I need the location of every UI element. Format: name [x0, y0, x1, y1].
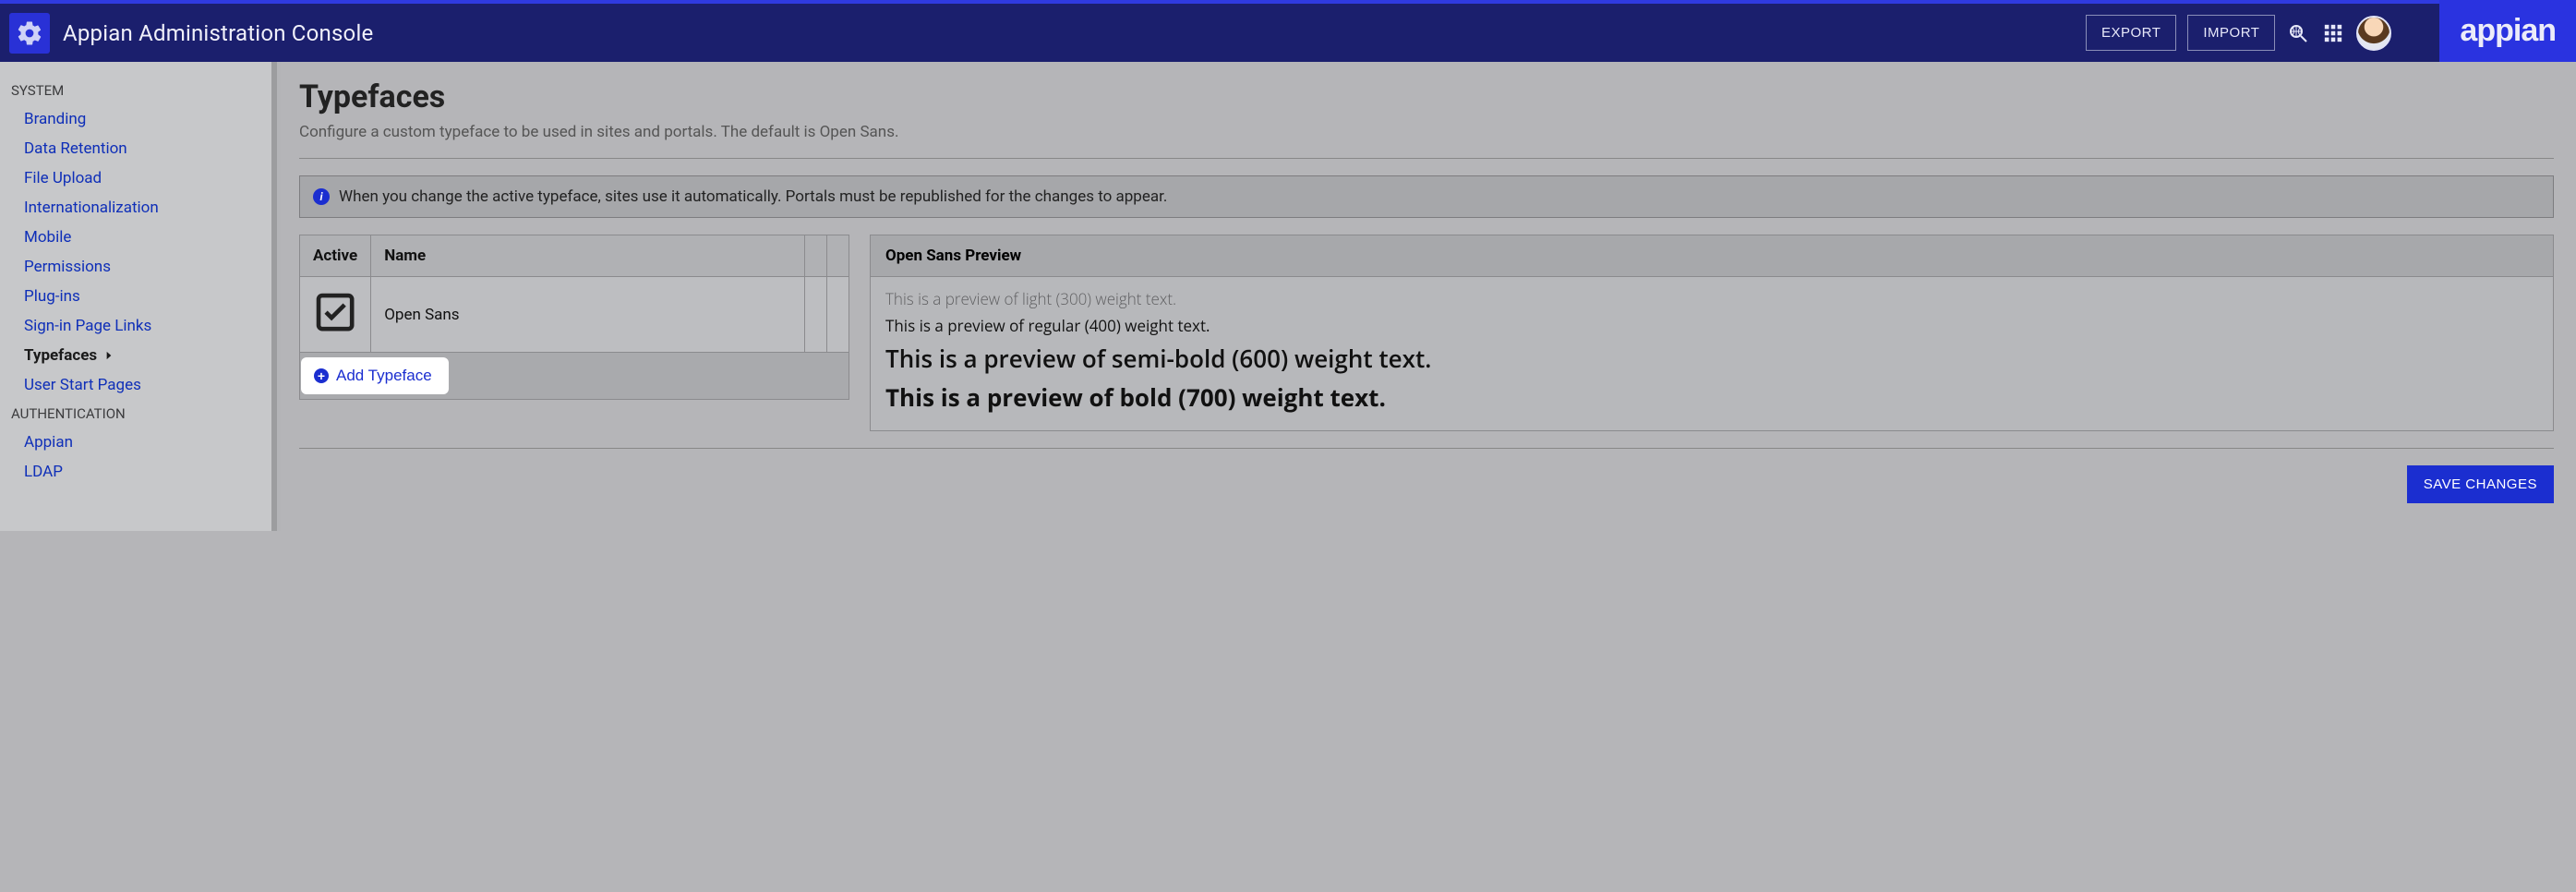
- main-content: Typefaces Configure a custom typeface to…: [277, 62, 2576, 531]
- checkbox-checked-icon: [313, 320, 357, 339]
- header-right: EXPORT IMPORT appian: [2086, 4, 2558, 62]
- info-text: When you change the active typeface, sit…: [339, 187, 1167, 206]
- sidebar-item-typefaces[interactable]: Typefaces: [0, 341, 271, 370]
- col-actions-1: [805, 235, 827, 277]
- sidebar-item-signin-links[interactable]: Sign-in Page Links: [0, 311, 271, 341]
- preview-title: Open Sans Preview: [871, 235, 2553, 277]
- info-banner: i When you change the active typeface, s…: [299, 175, 2554, 218]
- active-cell[interactable]: [300, 277, 371, 353]
- sidebar-item-user-start-pages[interactable]: User Start Pages: [0, 370, 271, 400]
- sidebar-item-ldap[interactable]: LDAP: [0, 457, 271, 487]
- nav-section-system: SYSTEM: [0, 77, 271, 104]
- divider-bottom: [299, 448, 2554, 449]
- page-title: Typefaces: [299, 78, 2554, 115]
- sidebar-item-internationalization[interactable]: Internationalization: [0, 193, 271, 223]
- col-name: Name: [371, 235, 805, 277]
- preview-700: This is a preview of bold (700) weight t…: [885, 380, 2538, 414]
- preview-300: This is a preview of light (300) weight …: [885, 288, 2538, 309]
- sidebar: SYSTEM Branding Data Retention File Uplo…: [0, 62, 277, 531]
- plus-icon: +: [314, 368, 329, 383]
- sidebar-item-permissions[interactable]: Permissions: [0, 252, 271, 282]
- preview-600: This is a preview of semi-bold (600) wei…: [885, 342, 2538, 375]
- name-cell: Open Sans: [371, 277, 805, 353]
- app-header: Appian Administration Console EXPORT IMP…: [0, 0, 2576, 62]
- export-button[interactable]: EXPORT: [2086, 15, 2176, 51]
- table-row[interactable]: Open Sans: [300, 277, 849, 353]
- header-left: Appian Administration Console: [9, 13, 373, 54]
- sidebar-item-file-upload[interactable]: File Upload: [0, 163, 271, 193]
- chevron-right-icon: [102, 349, 115, 362]
- info-icon: i: [313, 188, 330, 205]
- sidebar-item-label: Typefaces: [24, 346, 97, 365]
- sidebar-item-plugins[interactable]: Plug-ins: [0, 282, 271, 311]
- apps-grid-icon[interactable]: [2321, 21, 2345, 45]
- sidebar-item-branding[interactable]: Branding: [0, 104, 271, 134]
- sidebar-item-appian-auth[interactable]: Appian: [0, 428, 271, 457]
- sidebar-item-mobile[interactable]: Mobile: [0, 223, 271, 252]
- col-active: Active: [300, 235, 371, 277]
- global-search-icon[interactable]: [2286, 21, 2310, 45]
- nav-section-auth: AUTHENTICATION: [0, 400, 271, 428]
- add-typeface-button[interactable]: + Add Typeface: [304, 360, 446, 392]
- brand-logo[interactable]: appian: [2439, 0, 2576, 62]
- gear-icon[interactable]: [9, 13, 50, 54]
- user-avatar[interactable]: [2356, 16, 2391, 51]
- preview-panel: Open Sans Preview This is a preview of l…: [870, 235, 2554, 431]
- row-action-1[interactable]: [805, 277, 827, 353]
- save-changes-button[interactable]: SAVE CHANGES: [2407, 465, 2554, 503]
- page-subtitle: Configure a custom typeface to be used i…: [299, 123, 2554, 141]
- sidebar-item-data-retention[interactable]: Data Retention: [0, 134, 271, 163]
- add-typeface-label: Add Typeface: [336, 367, 432, 385]
- row-action-2[interactable]: [827, 277, 849, 353]
- brand-logo-text: appian: [2460, 13, 2556, 49]
- preview-400: This is a preview of regular (400) weigh…: [885, 315, 2538, 336]
- col-actions-2: [827, 235, 849, 277]
- typeface-table: Active Name: [299, 235, 849, 400]
- app-title: Appian Administration Console: [63, 20, 373, 46]
- import-button[interactable]: IMPORT: [2187, 15, 2275, 51]
- divider: [299, 158, 2554, 159]
